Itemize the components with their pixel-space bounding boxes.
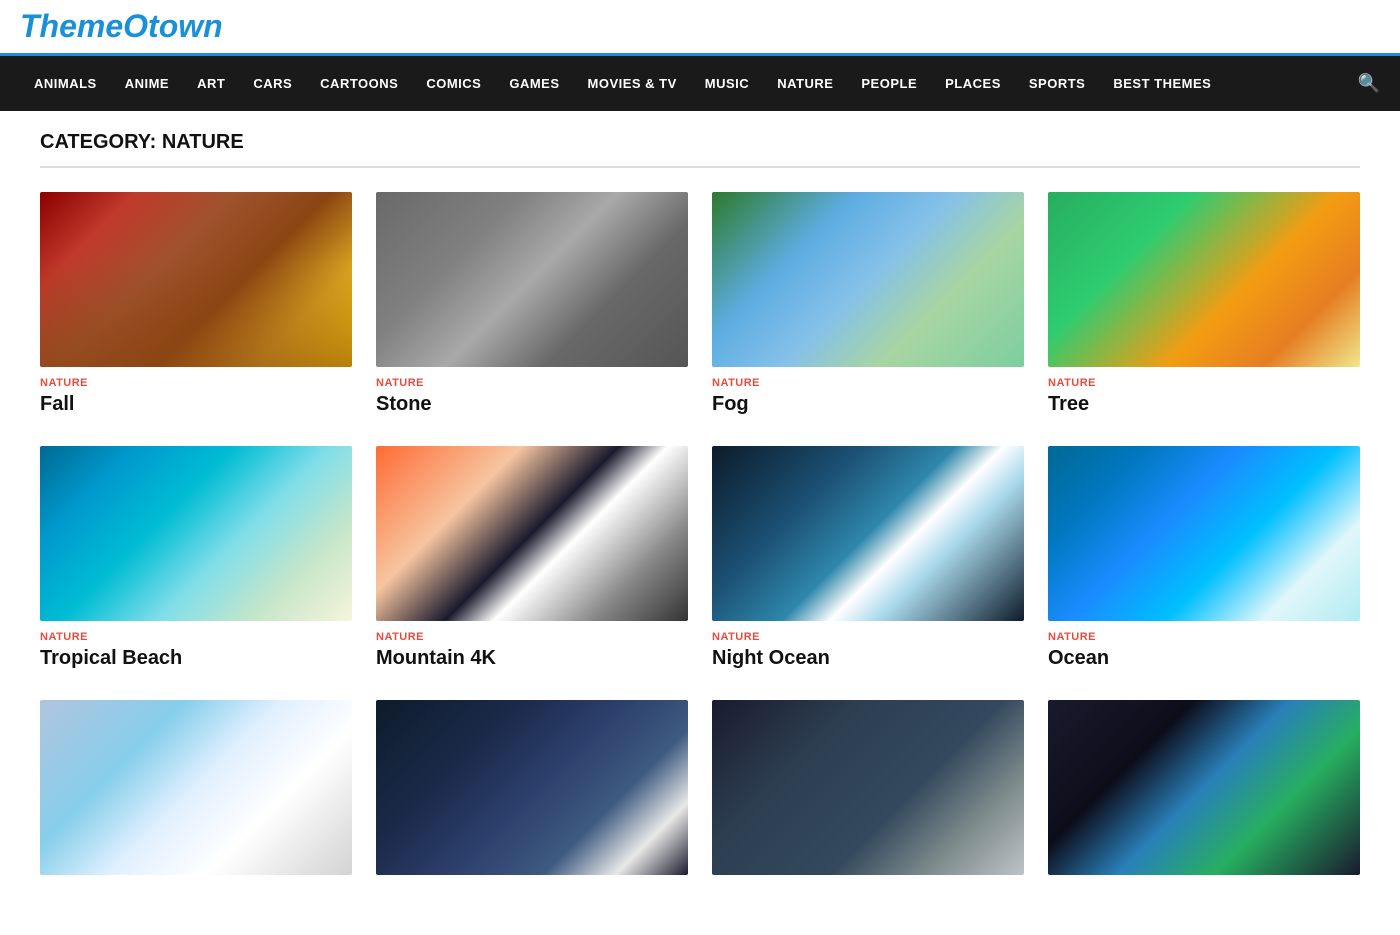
card-title-tropical-beach[interactable]: Tropical Beach [40, 647, 352, 670]
card-tag-mountain: NATURE [376, 631, 688, 643]
nav-item-cartoons[interactable]: CARTOONS [306, 56, 412, 111]
nav-links-list: ANIMALS ANIME ART CARS CARTOONS COMICS G… [20, 56, 1225, 111]
card-thumbnail-winter [40, 700, 352, 875]
card-tropical-beach[interactable]: NATURE Tropical Beach [40, 446, 352, 670]
card-thumbnail-stone [376, 192, 688, 367]
nav-item-cars[interactable]: CARS [239, 56, 306, 111]
card-tag-ocean: NATURE [1048, 631, 1360, 643]
nav-link-places[interactable]: PLACES [931, 56, 1015, 111]
card-winter[interactable] [40, 700, 352, 885]
card-thumbnail-drops [712, 700, 1024, 875]
card-tag-night-ocean: NATURE [712, 631, 1024, 643]
nav-link-cartoons[interactable]: CARTOONS [306, 56, 412, 111]
nav-link-comics[interactable]: COMICS [412, 56, 495, 111]
card-image-drops [712, 700, 1024, 875]
main-navigation: ANIMALS ANIME ART CARS CARTOONS COMICS G… [0, 56, 1400, 111]
nav-item-sports[interactable]: SPORTS [1015, 56, 1099, 111]
card-thumbnail-night-mountain [376, 700, 688, 875]
nav-link-people[interactable]: PEOPLE [847, 56, 931, 111]
card-earth[interactable] [1048, 700, 1360, 885]
nav-link-sports[interactable]: SPORTS [1015, 56, 1099, 111]
nav-item-anime[interactable]: ANIME [111, 56, 183, 111]
card-thumbnail-fog [712, 192, 1024, 367]
page-content: CATEGORY: NATURE NATURE Fall NATURE Ston… [20, 111, 1380, 935]
card-image-tree [1048, 192, 1360, 367]
card-drops[interactable] [712, 700, 1024, 885]
card-title-fall[interactable]: Fall [40, 393, 352, 416]
nav-link-movies-tv[interactable]: MOVIES & TV [574, 56, 691, 111]
nav-link-music[interactable]: MUSIC [691, 56, 763, 111]
nav-item-art[interactable]: ART [183, 56, 239, 111]
card-tag-tree: NATURE [1048, 377, 1360, 389]
nav-link-games[interactable]: GAMES [495, 56, 573, 111]
nav-item-animals[interactable]: ANIMALS [20, 56, 111, 111]
card-thumbnail-fall [40, 192, 352, 367]
card-fog[interactable]: NATURE Fog [712, 192, 1024, 416]
card-thumbnail-earth [1048, 700, 1360, 875]
card-night-ocean[interactable]: NATURE Night Ocean [712, 446, 1024, 670]
card-image-winter [40, 700, 352, 875]
card-image-night-ocean [712, 446, 1024, 621]
card-image-ocean [1048, 446, 1360, 621]
nav-link-art[interactable]: ART [183, 56, 239, 111]
card-ocean[interactable]: NATURE Ocean [1048, 446, 1360, 670]
card-thumbnail-mountain [376, 446, 688, 621]
card-image-fall [40, 192, 352, 367]
card-thumbnail-night-ocean [712, 446, 1024, 621]
nav-item-places[interactable]: PLACES [931, 56, 1015, 111]
card-title-stone[interactable]: Stone [376, 393, 688, 416]
nav-item-movies-tv[interactable]: MOVIES & TV [574, 56, 691, 111]
card-thumbnail-tropical-beach [40, 446, 352, 621]
card-stone[interactable]: NATURE Stone [376, 192, 688, 416]
nav-item-games[interactable]: GAMES [495, 56, 573, 111]
card-image-night-mountain [376, 700, 688, 875]
card-grid-row-3 [40, 700, 1360, 885]
logo-bar: ThemeOtown [0, 0, 1400, 56]
card-title-tree[interactable]: Tree [1048, 393, 1360, 416]
nav-item-best-themes[interactable]: BEST THEMES [1099, 56, 1225, 111]
nav-link-animals[interactable]: ANIMALS [20, 56, 111, 111]
card-tag-fall: NATURE [40, 377, 352, 389]
card-image-mountain [376, 446, 688, 621]
card-night-mountain[interactable] [376, 700, 688, 885]
card-image-earth [1048, 700, 1360, 875]
card-fall[interactable]: NATURE Fall [40, 192, 352, 416]
nav-link-cars[interactable]: CARS [239, 56, 306, 111]
nav-link-best-themes[interactable]: BEST THEMES [1099, 56, 1225, 111]
card-tree[interactable]: NATURE Tree [1048, 192, 1360, 416]
card-title-night-ocean[interactable]: Night Ocean [712, 647, 1024, 670]
card-tag-stone: NATURE [376, 377, 688, 389]
nav-item-comics[interactable]: COMICS [412, 56, 495, 111]
category-heading: CATEGORY: NATURE [40, 131, 1360, 168]
card-mountain[interactable]: NATURE Mountain 4K [376, 446, 688, 670]
card-image-tropical-beach [40, 446, 352, 621]
card-tag-fog: NATURE [712, 377, 1024, 389]
card-tag-tropical-beach: NATURE [40, 631, 352, 643]
card-image-stone [376, 192, 688, 367]
card-thumbnail-ocean [1048, 446, 1360, 621]
nav-link-anime[interactable]: ANIME [111, 56, 183, 111]
card-title-mountain[interactable]: Mountain 4K [376, 647, 688, 670]
card-image-fog [712, 192, 1024, 367]
nav-item-people[interactable]: PEOPLE [847, 56, 931, 111]
site-logo[interactable]: ThemeOtown [20, 8, 223, 44]
card-grid-row-2: NATURE Tropical Beach NATURE Mountain 4K… [40, 446, 1360, 670]
nav-item-nature[interactable]: NATURE [763, 56, 847, 111]
search-icon[interactable]: 🔍 [1358, 73, 1380, 94]
card-title-fog[interactable]: Fog [712, 393, 1024, 416]
card-thumbnail-tree [1048, 192, 1360, 367]
nav-item-music[interactable]: MUSIC [691, 56, 763, 111]
card-grid-row-1: NATURE Fall NATURE Stone NATURE Fog NATU… [40, 192, 1360, 416]
nav-link-nature[interactable]: NATURE [763, 56, 847, 111]
card-title-ocean[interactable]: Ocean [1048, 647, 1360, 670]
